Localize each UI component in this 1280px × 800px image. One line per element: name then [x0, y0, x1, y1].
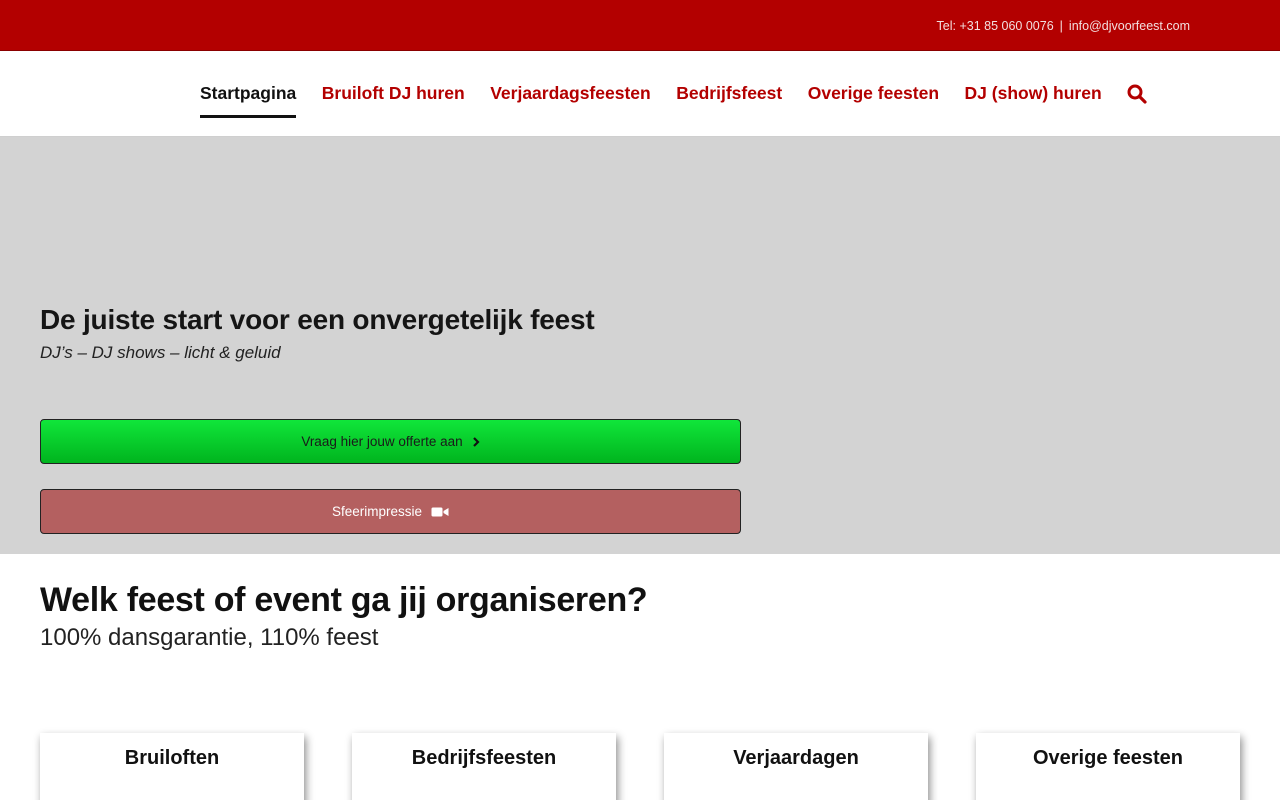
- video-camera-icon: [431, 506, 449, 518]
- section-subtitle: 100% dansgarantie, 110% feest: [40, 624, 379, 651]
- email-link[interactable]: info@djvoorfeest.com: [1069, 19, 1190, 33]
- event-cards: Bruiloften Bedrijfsfeesten Verjaardagen …: [40, 733, 1240, 800]
- hero-subtitle: DJ’s – DJ shows – licht & geluid: [40, 343, 281, 362]
- card-bruiloften[interactable]: Bruiloften: [40, 733, 304, 800]
- card-title: Bruiloften: [124, 747, 220, 769]
- nav-item-overige-feesten[interactable]: Overige feesten: [808, 51, 939, 136]
- card-title: Verjaardagen: [733, 747, 859, 769]
- section-title: Welk feest of event ga jij organiseren?: [40, 581, 648, 619]
- nav-item-dj-show-huren[interactable]: DJ (show) huren: [965, 51, 1102, 136]
- card-verjaardagen[interactable]: Verjaardagen: [664, 733, 928, 800]
- card-bedrijfsfeesten[interactable]: Bedrijfsfeesten: [352, 733, 616, 800]
- sfeerimpressie-button[interactable]: Sfeerimpressie: [40, 489, 741, 534]
- phone-link[interactable]: Tel: +31 85 060 0076: [937, 19, 1054, 33]
- nav-item-verjaardagsfeesten[interactable]: Verjaardagsfeesten: [490, 51, 651, 136]
- hero-title: De juiste start voor een onvergetelijk f…: [40, 304, 595, 335]
- card-title: Bedrijfsfeesten: [411, 747, 557, 769]
- offer-button[interactable]: Vraag hier jouw offerte aan: [40, 419, 741, 464]
- contact-separator: |: [1059, 19, 1063, 33]
- contact-info: Tel: +31 85 060 0076 | info@djvoorfeest.…: [937, 19, 1190, 33]
- nav-item-bruiloft-dj-huren[interactable]: Bruiloft DJ huren: [322, 51, 465, 136]
- chevron-right-icon: [472, 436, 480, 447]
- card-overige-feesten[interactable]: Overige feesten: [976, 733, 1240, 800]
- card-title: Overige feesten: [1032, 747, 1184, 769]
- site-header: Startpagina Bruiloft DJ huren Verjaardag…: [0, 51, 1280, 137]
- offer-button-label: Vraag hier jouw offerte aan: [301, 434, 463, 449]
- nav-item-bedrijfsfeest[interactable]: Bedrijfsfeest: [676, 51, 782, 136]
- top-bar: Tel: +31 85 060 0076 | info@djvoorfeest.…: [0, 0, 1280, 51]
- sfeerimpressie-button-label: Sfeerimpressie: [331, 504, 423, 519]
- hero-section: De juiste start voor een onvergetelijk f…: [0, 137, 1280, 554]
- main-nav: Startpagina Bruiloft DJ huren Verjaardag…: [200, 51, 1147, 136]
- search-icon[interactable]: [1127, 84, 1147, 104]
- nav-item-startpagina[interactable]: Startpagina: [200, 51, 297, 136]
